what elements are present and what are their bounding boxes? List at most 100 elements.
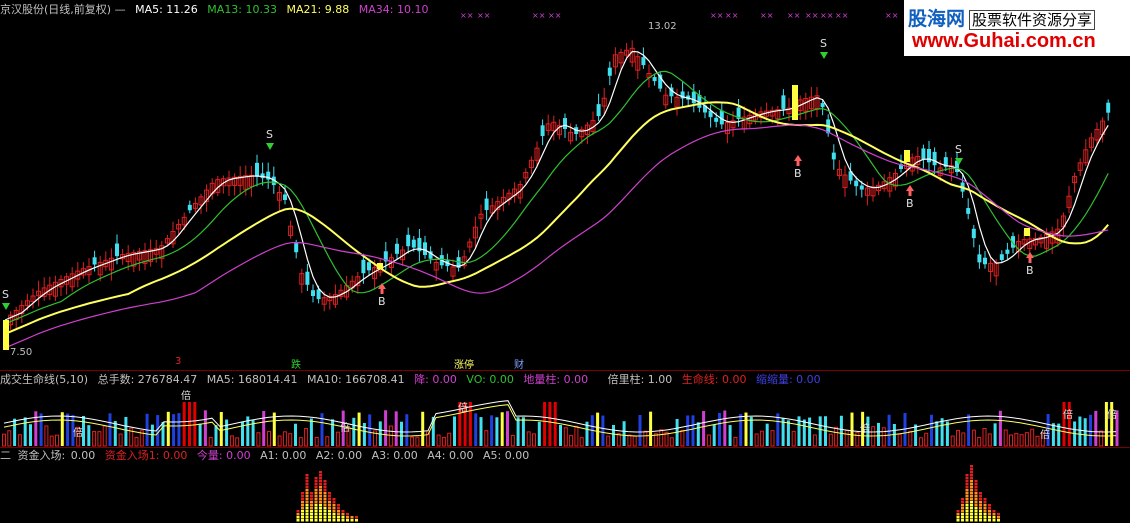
fund-spike-segment [310, 507, 313, 510]
fund-spike-segment [965, 474, 969, 477]
fund-spike-segment [970, 468, 973, 471]
volume-bar [596, 412, 600, 446]
volume-bar [649, 411, 653, 446]
fund-value: 0.00 [70, 449, 96, 462]
candle-down [1106, 102, 1111, 113]
bei-marker: 倍 [860, 422, 870, 435]
top-x-marker: ×× [835, 11, 848, 20]
volume-bar [60, 412, 64, 446]
fund-spike-segment [314, 501, 318, 504]
volume-bar [479, 417, 483, 446]
volume-bar [441, 437, 446, 447]
buy-arrow-icon [906, 185, 914, 191]
fund-spike-segment [961, 510, 964, 513]
candle-down [563, 118, 567, 129]
fund-name: 资金入场: [17, 449, 66, 462]
volume-bar [935, 421, 939, 446]
top-x-marker: ×× [820, 11, 833, 20]
ma34-line [4, 124, 1109, 349]
fund-spike-segment [961, 498, 964, 501]
fund-spike-segment [323, 519, 327, 522]
fund-spike-segment [988, 507, 991, 510]
volume-bar [924, 432, 929, 447]
fund-spike-segment [305, 507, 309, 510]
fund-spike-segment [314, 519, 318, 522]
buy-arrow-stem [1028, 258, 1032, 263]
volume-bar [733, 436, 738, 447]
fund-spike-segment [988, 513, 991, 516]
candle-down [187, 204, 192, 211]
candle-down [294, 243, 299, 253]
fund-a5: A5: 0.00 [483, 449, 530, 462]
ma13-line [4, 70, 1109, 325]
volume-bar [405, 414, 409, 446]
volume-bar [770, 430, 775, 447]
fund-spike-segment [956, 510, 960, 513]
sell-arrow-icon [2, 303, 10, 310]
volume-bar [574, 425, 579, 447]
fund-spike-segment [965, 486, 969, 489]
volume-bar [881, 427, 886, 447]
fund-spike-segment [974, 507, 978, 510]
sell-signal-label: S [2, 288, 9, 301]
volume-bar [172, 414, 176, 446]
fund-spike-segment [956, 513, 960, 516]
volume-bar [616, 433, 621, 447]
fund-spike-segment [314, 489, 318, 492]
volume-bar [474, 413, 478, 446]
fund-spike-segment [956, 516, 960, 519]
fund-a2: A2: 0.00 [315, 449, 363, 462]
fund-spike-segment [979, 495, 982, 498]
top-x-marker: ×× [725, 11, 738, 20]
fund-spike-segment [305, 519, 309, 522]
fund-spike-segment [305, 486, 309, 489]
fund-spike-segment [992, 510, 996, 513]
top-x-marker: ×× [787, 11, 800, 20]
fund-spike-segment [983, 498, 987, 501]
fund-spike-segment [305, 516, 309, 519]
fund-spike-segment [323, 513, 327, 516]
volume-bar [309, 418, 313, 446]
fund-spike-segment [319, 516, 322, 519]
fund-indicator-header: 二 资金入场: 0.00 资金入场1: 0.00 今量: 0.00 A1: 0.… [0, 449, 535, 463]
fund-spike-segment [310, 504, 313, 507]
fund-spike-segment [983, 510, 987, 513]
volume-diliang: 地量柱: 0.00 [523, 373, 589, 386]
volume-bar [510, 434, 515, 447]
fund-spike-segment [328, 513, 331, 516]
fund-spike-segment [970, 504, 973, 507]
volume-bar [421, 411, 425, 446]
volume-bar [357, 412, 361, 446]
volume-bar [166, 411, 170, 446]
candle-down [305, 271, 310, 285]
volume-bar [728, 425, 732, 446]
fund-spike-segment [974, 504, 978, 507]
fund-spike-segment [319, 495, 322, 498]
fund-spike-segment [310, 501, 313, 504]
fund-spike-segment [305, 510, 309, 513]
fund-spike-segment [310, 495, 313, 498]
fund-spike-segment [983, 519, 987, 522]
fund-spike-segment [328, 516, 331, 519]
fund-spike-segment [979, 519, 982, 522]
fund-spike-segment [979, 513, 982, 516]
fund-spike-segment [997, 513, 1000, 516]
fund-spike-segment [992, 516, 996, 519]
sell-signal-label: S [820, 37, 827, 50]
fund-spike-segment [301, 507, 304, 510]
volume-bar [950, 435, 955, 447]
volume-bar [680, 429, 685, 447]
volume-bar [776, 413, 780, 446]
volume-bar [537, 421, 541, 446]
volume-bar [887, 414, 891, 446]
fund-spike-segment [301, 498, 304, 501]
volume-bar [723, 410, 727, 446]
candle-down [921, 148, 926, 160]
volume-bar [850, 412, 854, 446]
fund-spike-segment [314, 486, 318, 489]
volume-bar [844, 429, 849, 447]
fund-spike-segment [332, 504, 336, 507]
fund-spike-segment [319, 477, 322, 480]
candlestick-chart-canvas[interactable]: ×× ×× ×× ×× ×× ×× ×× ×× ×× ×× ×× ××SSSSBBBB倍倍倍倍倍倍 倍倍 [0, 0, 1130, 523]
fund-spike-segment [965, 480, 969, 483]
